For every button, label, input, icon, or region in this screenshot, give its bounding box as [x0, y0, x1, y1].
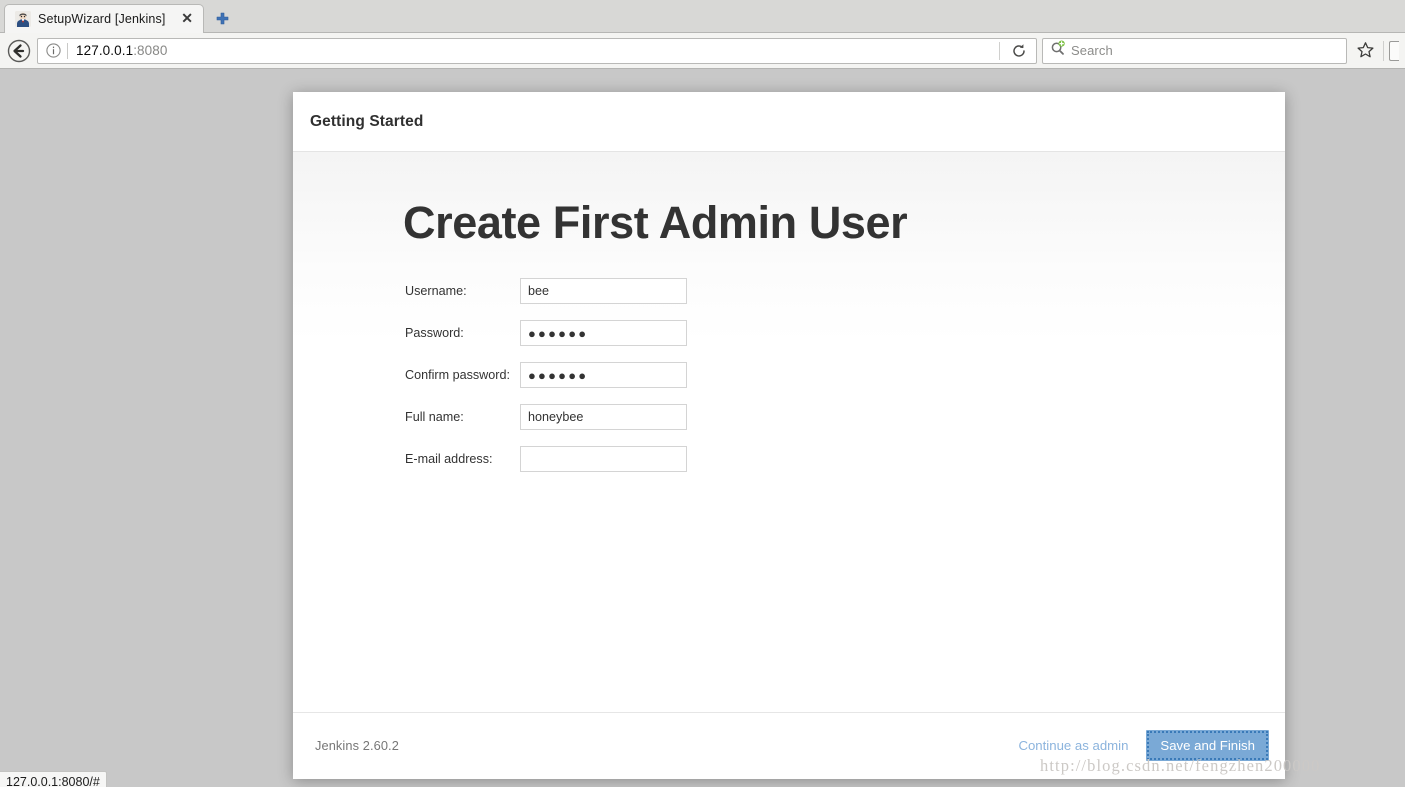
url-separator: [67, 42, 68, 59]
reload-icon: [1013, 43, 1025, 57]
username-input[interactable]: [520, 278, 687, 305]
password-input[interactable]: [520, 320, 687, 347]
url-port: :8080: [133, 43, 168, 58]
email-label: E-mail address:: [405, 452, 493, 467]
confirm-password-input[interactable]: [520, 362, 687, 389]
back-button[interactable]: [6, 38, 32, 64]
footer-actions: Continue as admin Save and Finish: [1018, 729, 1269, 762]
reload-button[interactable]: [1006, 40, 1032, 62]
search-placeholder: Search: [1071, 43, 1113, 58]
fullname-input[interactable]: [520, 404, 687, 431]
confirm-password-label: Confirm password:: [405, 368, 510, 383]
bookmark-button[interactable]: [1352, 38, 1378, 64]
email-input[interactable]: [520, 446, 687, 473]
url-text: 127.0.0.1:8080: [76, 43, 168, 58]
username-label: Username:: [405, 284, 467, 299]
form-row-email: E-mail address:: [405, 446, 1285, 473]
wizard-footer: Jenkins 2.60.2 Continue as admin Save an…: [293, 712, 1285, 778]
wizard-header-title: Getting Started: [310, 112, 424, 130]
plus-icon: [216, 12, 228, 24]
new-tab-button[interactable]: [207, 6, 237, 32]
navigation-toolbar: 127.0.0.1:8080 Search: [0, 33, 1405, 69]
continue-as-admin-link[interactable]: Continue as admin: [1018, 738, 1128, 753]
form-row-fullname: Full name:: [405, 404, 1285, 431]
setup-wizard-panel: Getting Started Create First Admin User …: [293, 92, 1285, 779]
page-info-icon[interactable]: [45, 42, 62, 59]
form-row-password: Password:: [405, 320, 1285, 347]
back-arrow-icon: [7, 39, 31, 62]
page-title: Create First Admin User: [403, 197, 908, 248]
toolbar-separator: [1383, 40, 1384, 61]
wizard-body: Create First Admin User Username: Passwo…: [293, 152, 1285, 712]
reload-separator: [999, 41, 1000, 60]
search-magnifier-add-icon: [1050, 40, 1066, 61]
tab-title: SetupWizard [Jenkins]: [38, 12, 166, 26]
reload-area: [999, 40, 1034, 62]
form-row-confirm-password: Confirm password:: [405, 362, 1285, 389]
wizard-header: Getting Started: [293, 92, 1285, 152]
admin-user-form: Username: Password: Confirm password: Fu…: [293, 246, 1285, 473]
jenkins-version-label: Jenkins 2.60.2: [315, 738, 399, 753]
browser-tab[interactable]: SetupWizard [Jenkins] ✕: [4, 4, 204, 33]
star-icon: [1356, 42, 1374, 58]
form-row-username: Username:: [405, 278, 1285, 305]
jenkins-butler-icon: [15, 11, 31, 27]
fullname-label: Full name:: [405, 410, 464, 425]
tab-strip: SetupWizard [Jenkins] ✕: [0, 0, 1405, 33]
password-label: Password:: [405, 326, 464, 341]
status-bar: 127.0.0.1:8080/#: [0, 771, 107, 787]
search-bar[interactable]: Search: [1042, 37, 1347, 64]
tab-close-icon[interactable]: ✕: [177, 11, 197, 27]
browser-window: SetupWizard [Jenkins] ✕ 127.0.0.1:8080 S…: [0, 0, 1405, 787]
menu-button-partial[interactable]: [1389, 40, 1399, 61]
save-and-finish-button[interactable]: Save and Finish: [1146, 729, 1269, 762]
page-viewport: Getting Started Create First Admin User …: [0, 70, 1405, 787]
url-bar[interactable]: 127.0.0.1:8080: [37, 37, 1037, 64]
url-host: 127.0.0.1: [76, 43, 134, 58]
status-bar-text: 127.0.0.1:8080/#: [6, 774, 100, 787]
